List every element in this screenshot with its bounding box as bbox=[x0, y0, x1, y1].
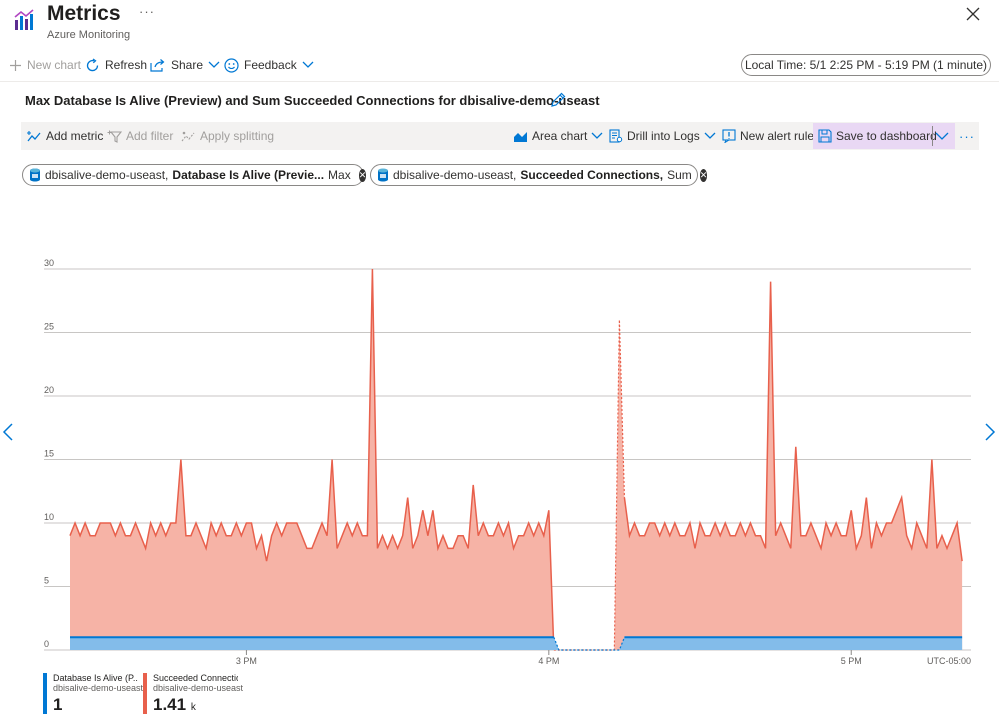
chevron-down-icon bbox=[208, 61, 220, 69]
area-chart-icon bbox=[513, 130, 528, 143]
pencil-edit-icon[interactable] bbox=[550, 92, 566, 108]
sql-database-icon bbox=[29, 168, 41, 182]
logs-icon bbox=[609, 129, 623, 143]
share-button[interactable]: Share bbox=[150, 56, 220, 74]
metrics-area-chart[interactable]: 0 5 10 15 20 25 30 3 PM 4 PM 5 PM UTC-05:00 bbox=[0, 250, 999, 672]
chart-type-area-button[interactable]: Area chart bbox=[513, 128, 603, 144]
chevron-down-icon bbox=[591, 132, 603, 140]
save-dashboard-dropdown-button[interactable] bbox=[935, 128, 949, 144]
toolbar-more-button[interactable]: ··· bbox=[959, 128, 975, 144]
page-subtitle: Azure Monitoring bbox=[47, 29, 131, 41]
remove-metric-icon[interactable]: ✕ bbox=[358, 168, 367, 182]
splitting-icon bbox=[181, 130, 196, 143]
y-tick-label: 0 bbox=[44, 639, 49, 649]
y-tick-label: 5 bbox=[44, 576, 49, 586]
sql-database-icon bbox=[377, 168, 389, 182]
database-is-alive-area bbox=[70, 637, 963, 650]
smiley-icon bbox=[224, 57, 239, 73]
succeeded-connections-gap-line bbox=[553, 319, 626, 651]
chevron-down-icon bbox=[302, 61, 314, 69]
y-tick-label: 20 bbox=[44, 385, 54, 395]
split-divider bbox=[932, 126, 933, 146]
legend-item-database-is-alive[interactable]: Database Is Alive (P... dbisalive-demo-u… bbox=[43, 673, 143, 714]
metric-pill-succeeded-connections[interactable]: dbisalive-demo-useast, Succeeded Connect… bbox=[370, 164, 708, 186]
legend-item-succeeded-connections[interactable]: Succeeded Connection... dbisalive-demo-u… bbox=[143, 673, 243, 714]
save-icon bbox=[818, 129, 832, 143]
filter-icon bbox=[107, 130, 122, 143]
drill-into-logs-button[interactable]: Drill into Logs bbox=[609, 128, 716, 144]
x-tick-label: 5 PM bbox=[841, 656, 862, 666]
feedback-button[interactable]: Feedback bbox=[224, 56, 314, 74]
y-tick-label: 10 bbox=[44, 512, 54, 522]
chevron-down-icon bbox=[935, 132, 949, 141]
add-metric-icon bbox=[27, 130, 42, 143]
metric-pill-database-is-alive[interactable]: dbisalive-demo-useast, Database Is Alive… bbox=[22, 164, 367, 186]
refresh-button[interactable]: Refresh bbox=[85, 56, 147, 74]
x-tick-label: 3 PM bbox=[236, 656, 257, 666]
page-title: Metrics bbox=[47, 2, 121, 25]
refresh-icon bbox=[85, 57, 100, 73]
header-divider bbox=[0, 81, 999, 82]
save-to-dashboard-button[interactable]: Save to dashboard bbox=[818, 128, 937, 144]
y-tick-label: 30 bbox=[44, 258, 54, 268]
add-filter-button[interactable]: Add filter bbox=[107, 128, 173, 144]
plus-icon bbox=[9, 59, 22, 72]
time-range-picker[interactable]: Local Time: 5/1 2:25 PM - 5:19 PM (1 min… bbox=[741, 54, 991, 76]
chevron-down-icon bbox=[704, 132, 716, 140]
x-tick-label: 4 PM bbox=[538, 656, 559, 666]
apply-splitting-button[interactable]: Apply splitting bbox=[181, 128, 274, 144]
y-tick-label: 25 bbox=[44, 322, 54, 332]
share-icon bbox=[150, 58, 166, 72]
new-alert-rule-button[interactable]: New alert rule bbox=[722, 128, 814, 144]
alert-icon bbox=[722, 129, 736, 143]
more-options-button[interactable]: ··· bbox=[139, 4, 155, 19]
add-metric-button[interactable]: Add metric bbox=[27, 128, 103, 144]
chart-title: Max Database Is Alive (Preview) and Sum … bbox=[25, 93, 600, 108]
remove-metric-icon[interactable]: ✕ bbox=[699, 168, 708, 182]
metrics-app-icon bbox=[13, 8, 37, 32]
database-is-alive-gap-line bbox=[553, 637, 625, 651]
timezone-label: UTC-05:00 bbox=[927, 656, 971, 666]
y-tick-label: 15 bbox=[44, 449, 54, 459]
close-icon[interactable] bbox=[965, 6, 981, 22]
new-chart-button[interactable]: New chart bbox=[9, 56, 81, 74]
